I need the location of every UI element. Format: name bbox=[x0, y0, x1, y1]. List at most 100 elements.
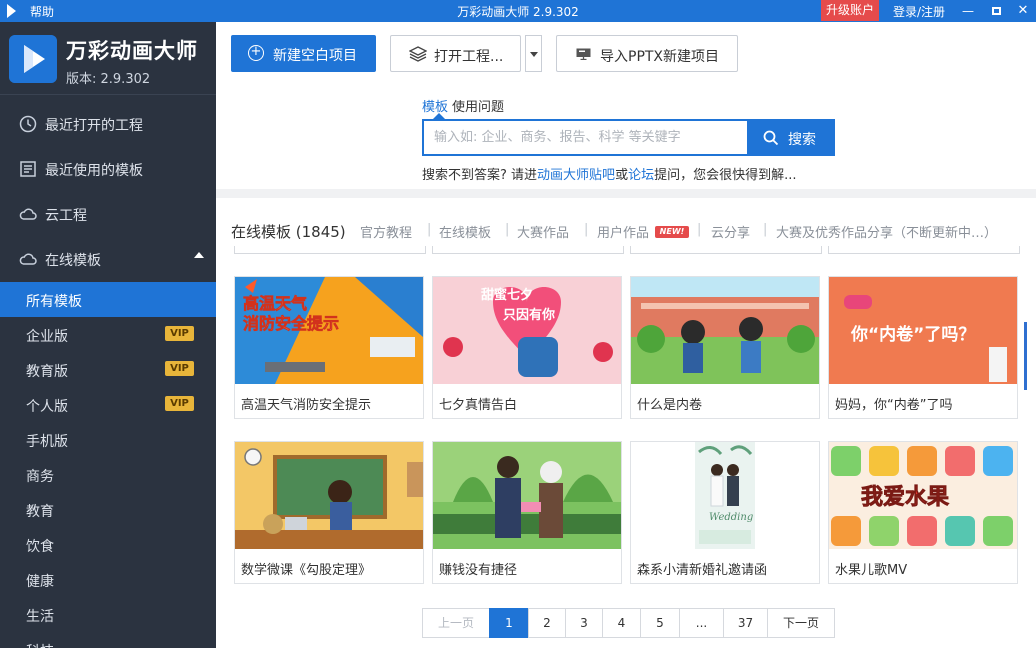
sidebar-item-online-templates[interactable]: 在线模板 bbox=[0, 237, 216, 282]
chevron-down-icon bbox=[530, 52, 538, 57]
category-featured-share[interactable]: 大赛及优秀作品分享（不断更新中…） bbox=[776, 222, 1008, 241]
app-name: 万彩动画大师 bbox=[66, 39, 198, 63]
sidebar-subitem-label: 饮食 bbox=[26, 539, 54, 555]
page-button[interactable]: 4 bbox=[602, 608, 641, 638]
category-separator: | bbox=[697, 222, 702, 237]
svg-text:Wedding: Wedding bbox=[709, 512, 753, 523]
hint-or: 或 bbox=[615, 168, 629, 183]
hint-prefix: 搜索不到答案? 请进 bbox=[422, 168, 538, 183]
template-thumbnail: Wedding bbox=[631, 442, 819, 549]
sidebar-subitem-label: 手机版 bbox=[26, 434, 68, 450]
sidebar-subitem-label: 所有模板 bbox=[26, 294, 82, 310]
prev-page-button[interactable]: 上一页 bbox=[422, 608, 490, 638]
sidebar-subitem-label: 科技 bbox=[26, 641, 54, 648]
page-button[interactable]: 5 bbox=[640, 608, 680, 638]
collapse-caret-icon[interactable] bbox=[194, 252, 204, 258]
svg-text:甜蜜七夕: 甜蜜七夕 bbox=[481, 287, 533, 303]
category-separator: | bbox=[427, 222, 432, 237]
category-user-works[interactable]: 用户作品 bbox=[597, 222, 649, 241]
sidebar-subitem-health[interactable]: 健康 bbox=[0, 562, 216, 597]
forum-link[interactable]: 论坛 bbox=[628, 168, 654, 183]
sidebar-item-recent-projects[interactable]: 最近打开的工程 bbox=[0, 102, 216, 147]
template-thumbnail: 我爱水果 bbox=[829, 442, 1017, 549]
search-icon bbox=[763, 130, 779, 146]
template-card[interactable]: 高温天气 消防安全提示 高温天气消防安全提示 bbox=[234, 276, 424, 419]
sidebar-subitem-personal[interactable]: 个人版 VIP bbox=[0, 387, 216, 422]
page-button[interactable]: 37 bbox=[723, 608, 768, 638]
sidebar-item-cloud-projects[interactable]: 云工程 bbox=[0, 192, 216, 237]
search-button-label: 搜索 bbox=[788, 132, 816, 148]
template-card[interactable]: 赚钱没有捷径 bbox=[432, 441, 622, 584]
sidebar-subitem-education-edition[interactable]: 教育版 VIP bbox=[0, 352, 216, 387]
maximize-icon[interactable] bbox=[987, 2, 1005, 20]
category-cloud-share[interactable]: 云分享 bbox=[711, 222, 750, 241]
template-card[interactable]: 什么是内卷 bbox=[630, 276, 820, 419]
sidebar-subitem-life[interactable]: 生活 bbox=[0, 597, 216, 632]
upgrade-account-button[interactable]: 升级账户 bbox=[821, 0, 879, 21]
sidebar-item-recent-templates[interactable]: 最近使用的模板 bbox=[0, 147, 216, 192]
title-bar: 帮助 万彩动画大师 2.9.302 升级账户 登录/注册 — ✕ bbox=[0, 0, 1036, 22]
template-title: 水果儿歌MV bbox=[835, 563, 908, 578]
sidebar-subitem-tech[interactable]: 科技 bbox=[0, 632, 216, 648]
template-card[interactable]: 数学微课《勾股定理》 bbox=[234, 441, 424, 584]
login-register-link[interactable]: 登录/注册 bbox=[893, 3, 945, 20]
cloud-icon bbox=[19, 253, 37, 265]
sidebar-subitem-all[interactable]: 所有模板 bbox=[0, 282, 216, 317]
sidebar-subitem-label: 个人版 bbox=[26, 399, 68, 415]
sidebar-subitem-business[interactable]: 商务 bbox=[0, 457, 216, 492]
card-strip bbox=[432, 246, 624, 254]
sidebar-subitem-food[interactable]: 饮食 bbox=[0, 527, 216, 562]
template-card[interactable]: 你“内卷”了吗？ 妈妈，你“内卷”了吗 bbox=[828, 276, 1018, 419]
template-title: 赚钱没有捷径 bbox=[439, 563, 518, 578]
minimize-icon[interactable]: — bbox=[959, 2, 977, 20]
next-page-button[interactable]: 下一页 bbox=[767, 608, 835, 638]
close-icon[interactable]: ✕ bbox=[1014, 2, 1032, 20]
window-title: 万彩动画大师 2.9.302 bbox=[457, 5, 579, 19]
page-button[interactable]: 2 bbox=[528, 608, 566, 638]
sidebar-subitem-label: 企业版 bbox=[26, 329, 68, 345]
search-hint: 搜索不到答案? 请进动画大师贴吧或论坛提问，您会很快得到解... bbox=[422, 164, 797, 183]
template-thumbnail: 甜蜜七夕 只因有你 bbox=[433, 277, 621, 384]
open-project-dropdown[interactable] bbox=[525, 35, 542, 72]
template-title: 七夕真情告白 bbox=[439, 398, 518, 413]
sidebar-subitem-label: 教育 bbox=[26, 504, 54, 520]
open-project-button[interactable]: 打开工程... bbox=[390, 35, 521, 72]
new-blank-project-button[interactable]: + 新建空白项目 bbox=[231, 35, 376, 72]
import-pptx-button[interactable]: 导入PPTX新建项目 bbox=[556, 35, 738, 72]
template-thumbnail bbox=[631, 277, 819, 384]
app-version: 版本: 2.9.302 bbox=[66, 72, 151, 87]
new-badge: NEW! bbox=[655, 226, 689, 238]
plus-circle-icon: + bbox=[248, 45, 264, 61]
category-contest-works[interactable]: 大赛作品 bbox=[517, 222, 569, 241]
template-card[interactable]: 我爱水果 水果儿歌MV bbox=[828, 441, 1018, 584]
vip-badge: VIP bbox=[165, 326, 194, 341]
template-thumbnail: 高温天气 消防安全提示 bbox=[235, 277, 423, 384]
svg-text:消防安全提示: 消防安全提示 bbox=[243, 314, 339, 333]
card-strip bbox=[630, 246, 822, 254]
category-official-tutorial[interactable]: 官方教程 bbox=[360, 222, 412, 241]
sidebar-subitem-mobile[interactable]: 手机版 bbox=[0, 422, 216, 457]
hint-suffix: 提问，您会很快得到解... bbox=[654, 168, 797, 183]
vip-badge: VIP bbox=[165, 361, 194, 376]
clock-icon bbox=[19, 115, 37, 133]
sidebar-subitem-label: 生活 bbox=[26, 609, 54, 625]
svg-text:你“内卷”了吗？: 你“内卷”了吗？ bbox=[850, 324, 975, 345]
sidebar-subitem-label: 健康 bbox=[26, 574, 54, 590]
sidebar-subitem-enterprise[interactable]: 企业版 VIP bbox=[0, 317, 216, 352]
template-card[interactable]: Wedding 森系小清新婚礼邀请函 bbox=[630, 441, 820, 584]
page-button[interactable]: 1 bbox=[489, 608, 529, 638]
template-card[interactable]: 甜蜜七夕 只因有你 七夕真情告白 bbox=[432, 276, 622, 419]
card-strip bbox=[828, 246, 1020, 254]
tab-questions[interactable]: 使用问题 bbox=[452, 100, 504, 115]
search-button[interactable]: 搜索 bbox=[747, 119, 835, 156]
template-title: 森系小清新婚礼邀请函 bbox=[637, 563, 768, 578]
forum-tieba-link[interactable]: 动画大师贴吧 bbox=[537, 168, 615, 183]
sidebar-subitem-education[interactable]: 教育 bbox=[0, 492, 216, 527]
page-button[interactable]: 3 bbox=[565, 608, 603, 638]
category-online-templates[interactable]: 在线模板 bbox=[439, 222, 491, 241]
scrollbar-thumb[interactable] bbox=[1024, 322, 1027, 390]
search-input[interactable] bbox=[422, 119, 748, 156]
app-logo-icon bbox=[9, 35, 57, 83]
category-separator: | bbox=[763, 222, 768, 237]
template-thumbnail bbox=[433, 442, 621, 549]
